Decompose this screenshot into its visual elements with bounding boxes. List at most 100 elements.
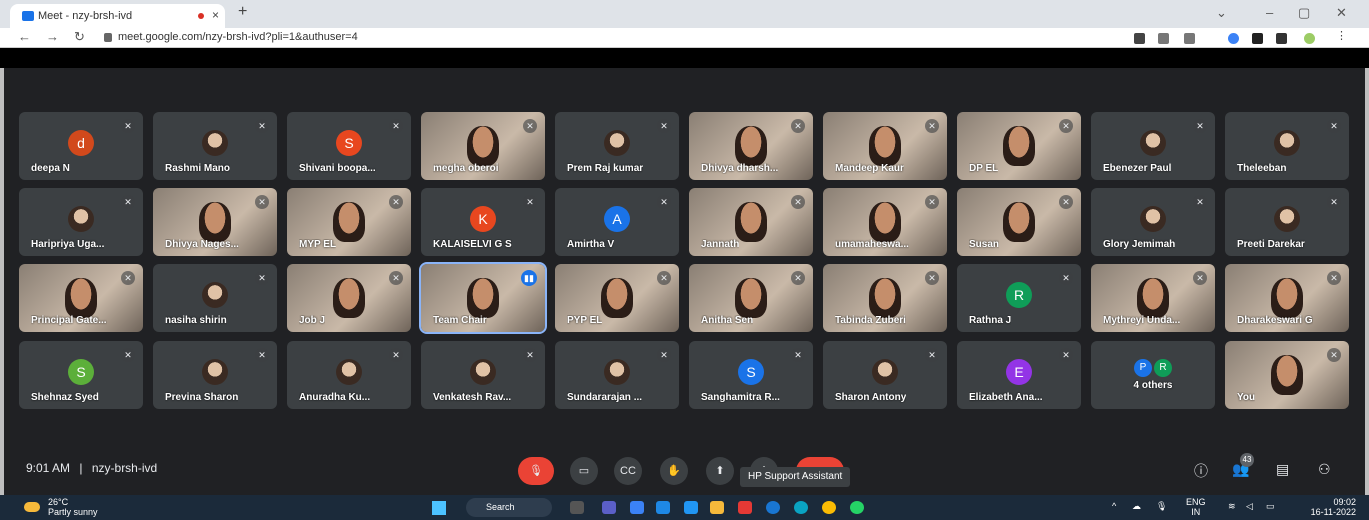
participant-tile[interactable]: PR 4 others — [1091, 341, 1215, 409]
extension-icon[interactable] — [1228, 33, 1239, 44]
participant-tile[interactable]: ✕ Haripriya Uga... — [19, 188, 143, 256]
participant-tile[interactable]: R ✕ Rathna J — [957, 264, 1081, 332]
minimize-button[interactable]: – — [1266, 5, 1273, 20]
chrome-menu-icon[interactable]: ⋮ — [1336, 29, 1347, 42]
mic-tray-icon[interactable]: 🎙 — [1156, 501, 1167, 512]
participant-tile[interactable]: ✕ Preeti Darekar — [1225, 188, 1349, 256]
participant-tile[interactable]: ✕ Rashmi Mano — [153, 112, 277, 180]
camera-indicator-icon[interactable] — [1134, 33, 1145, 44]
activities-icon[interactable]: ⚇ — [1318, 461, 1331, 478]
browser-tab[interactable]: Meet - nzy-brsh-ivd × — [10, 4, 225, 28]
participant-tile[interactable]: ✕ Susan — [957, 188, 1081, 256]
onedrive-icon[interactable]: ☁ — [1132, 501, 1141, 512]
chat-icon[interactable]: ▤ — [1276, 461, 1289, 478]
sidepanel-icon[interactable] — [1276, 33, 1287, 44]
weather-sun-icon[interactable] — [24, 502, 40, 512]
participant-tile[interactable]: ✕ DP EL — [957, 112, 1081, 180]
volume-icon[interactable]: ◁ — [1246, 501, 1253, 512]
meeting-time: 9:01 AM — [26, 461, 71, 475]
participant-tile[interactable]: E ✕ Elizabeth Ana... — [957, 341, 1081, 409]
camera-button[interactable]: ▭ — [570, 457, 598, 485]
participant-tile[interactable]: d ✕ deepa N — [19, 112, 143, 180]
reload-icon[interactable]: ↻ — [74, 29, 85, 45]
file-explorer-icon[interactable] — [710, 501, 724, 514]
participant-tile[interactable]: ✕ Ebenezer Paul — [1091, 112, 1215, 180]
meeting-details-icon[interactable]: ⓘ — [1194, 461, 1208, 481]
participant-tile[interactable]: ✕ Tabinda Zuberi — [823, 264, 947, 332]
participant-tile[interactable]: ✕ Theleeban — [1225, 112, 1349, 180]
taskbar-search[interactable]: Search — [466, 498, 552, 517]
profile-avatar[interactable] — [1304, 33, 1315, 44]
participant-tile[interactable]: ✕ Anitha Sen — [689, 264, 813, 332]
participant-tile[interactable]: ✕ Venkatesh Rav... — [421, 341, 545, 409]
present-button[interactable]: ⬆ — [706, 457, 734, 485]
tab-title: Meet - nzy-brsh-ivd — [38, 10, 133, 22]
battery-icon[interactable]: ▭ — [1266, 501, 1275, 512]
raise-hand-button[interactable]: ✋ — [660, 457, 688, 485]
participant-tile[interactable]: ✕ You — [1225, 341, 1349, 409]
participant-tile[interactable]: ✕ Previna Sharon — [153, 341, 277, 409]
tab-search-icon[interactable]: ⌄ — [1216, 5, 1227, 21]
participant-tile[interactable]: ✕ Sundararajan ... — [555, 341, 679, 409]
windows-start-icon[interactable] — [432, 501, 446, 515]
participant-tile[interactable]: ✕ megha oberoi — [421, 112, 545, 180]
lock-icon[interactable] — [104, 33, 112, 42]
share-icon[interactable] — [1158, 33, 1169, 44]
participant-tile[interactable]: ✕ Job J — [287, 264, 411, 332]
task-view-icon[interactable] — [570, 501, 584, 514]
participant-name: Amirtha V — [567, 239, 615, 250]
participant-tile[interactable]: ✕ Sharon Antony — [823, 341, 947, 409]
weather-widget[interactable]: 26°C Partly sunny — [48, 497, 98, 517]
participant-tile[interactable]: ✕ MYP EL — [287, 188, 411, 256]
participant-tile[interactable]: ✕ Jannath — [689, 188, 813, 256]
participant-name: PYP EL — [567, 315, 603, 326]
participant-avatar — [1274, 130, 1300, 156]
participant-tile[interactable]: ✕ Dhivya dharsh... — [689, 112, 813, 180]
participant-tile[interactable]: ✕ Mythreyi Unda... — [1091, 264, 1215, 332]
participant-tile[interactable]: ✕ PYP EL — [555, 264, 679, 332]
participant-tile[interactable]: K ✕ KALAISELVI G S — [421, 188, 545, 256]
participant-tile[interactable]: S ✕ Sanghamitra R... — [689, 341, 813, 409]
participant-tile[interactable]: ✕ Mandeep Kaur — [823, 112, 947, 180]
wifi-icon[interactable]: ≋ — [1228, 501, 1236, 512]
participant-tile[interactable]: ▮▮ Team Chair — [419, 262, 547, 334]
back-arrow-icon[interactable]: ← — [18, 29, 31, 44]
participant-tile[interactable]: S ✕ Shivani boopa... — [287, 112, 411, 180]
participant-tile[interactable]: ✕ Dhivya Nages... — [153, 188, 277, 256]
participant-tile[interactable]: S ✕ Shehnaz Syed — [19, 341, 143, 409]
bookmark-star-icon[interactable] — [1184, 33, 1195, 44]
teams-icon[interactable] — [602, 501, 616, 514]
participant-tile[interactable]: ✕ Glory Jemimah — [1091, 188, 1215, 256]
tab-close-button[interactable]: × — [212, 8, 219, 22]
participant-tile[interactable]: ✕ Prem Raj kumar — [555, 112, 679, 180]
office-icon[interactable] — [738, 501, 752, 514]
tray-chevron-icon[interactable]: ^ — [1112, 501, 1116, 511]
participant-tile[interactable]: ✕ nasiha shirin — [153, 264, 277, 332]
chrome-icon[interactable] — [822, 501, 836, 514]
close-window-button[interactable]: ✕ — [1336, 5, 1347, 21]
forward-arrow-icon[interactable]: → — [46, 29, 59, 44]
mic-off-button[interactable]: 🎙 — [518, 457, 554, 485]
participant-video — [1003, 202, 1035, 242]
app-icon[interactable] — [684, 501, 698, 514]
participant-tile[interactable]: ✕ Anuradha Ku... — [287, 341, 411, 409]
extensions-puzzle-icon[interactable] — [1252, 33, 1263, 44]
help-icon[interactable] — [766, 501, 780, 514]
participant-tile[interactable]: ✕ Principal Gate... — [19, 264, 143, 332]
mic-muted-icon: ✕ — [255, 348, 269, 362]
captions-button[interactable]: CC — [614, 457, 642, 485]
participant-tile[interactable]: ✕ Dharakeswari G — [1225, 264, 1349, 332]
participant-tile[interactable]: ✕ umamaheswa... — [823, 188, 947, 256]
taskbar-clock[interactable]: 09:02 16-11-2022 — [1296, 497, 1356, 517]
edge-icon[interactable] — [794, 501, 808, 514]
mail-icon[interactable] — [656, 501, 670, 514]
participant-tile[interactable]: A ✕ Amirtha V — [555, 188, 679, 256]
participant-name: Previna Sharon — [165, 392, 239, 403]
new-tab-button[interactable]: + — [238, 3, 247, 21]
restore-button[interactable]: ▢ — [1298, 5, 1310, 21]
store-icon[interactable] — [630, 501, 644, 514]
url-field[interactable]: meet.google.com/nzy-brsh-ivd?pli=1&authu… — [118, 31, 358, 43]
language-indicator[interactable]: ENG IN — [1186, 497, 1206, 517]
whatsapp-icon[interactable] — [850, 501, 864, 514]
mic-muted-icon: ✕ — [255, 119, 269, 133]
